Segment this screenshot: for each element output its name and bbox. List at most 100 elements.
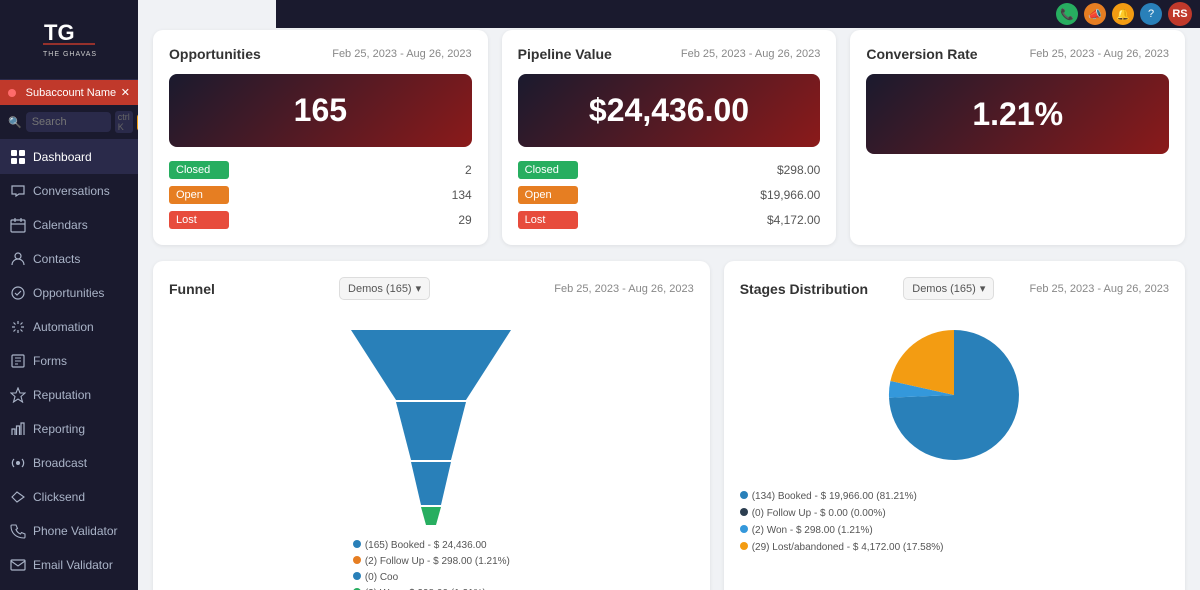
sidebar-item-reputation[interactable]: Reputation	[0, 378, 138, 412]
pipeline-value-box: $24,436.00	[518, 74, 821, 147]
search-shortcut: ctrl K	[115, 111, 133, 133]
sidebar-item-dashboard[interactable]: Dashboard	[0, 140, 138, 174]
megaphone-icon[interactable]: 📣	[1084, 3, 1106, 25]
sidebar-item-label: Contacts	[33, 252, 80, 266]
conversion-date: Feb 25, 2023 - Aug 26, 2023	[1030, 48, 1169, 60]
legend-item-3: (2) Won - $ 298.00 (1.21%)	[353, 586, 510, 590]
sidebar-item-forms[interactable]: Forms	[0, 344, 138, 378]
sidebar-item-calendars[interactable]: Calendars	[0, 208, 138, 242]
funnel-title: Funnel	[169, 281, 215, 297]
logo-image: TG THE GHAVAS	[39, 12, 99, 67]
reputation-icon	[10, 387, 26, 403]
nav-section: Dashboard Conversations Calendars Contac…	[0, 140, 138, 590]
forms-icon	[10, 353, 26, 369]
user-avatar[interactable]: RS	[1168, 2, 1192, 26]
sidebar-item-contacts[interactable]: Contacts	[0, 242, 138, 276]
stages-panel: Stages Distribution Demos (165) ▾ Feb 25…	[724, 261, 1185, 590]
legend-item-0: (165) Booked - $ 24,436.00	[353, 538, 510, 554]
sidebar-item-broadcast[interactable]: Broadcast	[0, 446, 138, 480]
conversion-title: Conversion Rate	[866, 46, 977, 62]
reporting-icon	[10, 421, 26, 437]
sidebar-item-automation[interactable]: Automation	[0, 310, 138, 344]
sidebar-item-email-validator[interactable]: Email Validator	[0, 548, 138, 582]
pie-legend-item-3: (29) Lost/abandoned - $ 4,172.00 (17.58%…	[740, 539, 944, 556]
stat-bar-lost: Lost	[169, 211, 229, 229]
pipeline-count-open: $19,966.00	[760, 188, 820, 202]
sidebar-item-label: Conversations	[33, 184, 110, 198]
pipeline-date: Feb 25, 2023 - Aug 26, 2023	[681, 48, 820, 60]
funnel-filter-dropdown[interactable]: Demos (165) ▾	[339, 277, 430, 300]
pipeline-card-header: Pipeline Value Feb 25, 2023 - Aug 26, 20…	[518, 46, 821, 62]
pipeline-bar-closed: Closed	[518, 161, 578, 179]
sidebar-logo: TG THE GHAVAS	[0, 0, 138, 80]
pipeline-count-closed: $298.00	[777, 163, 820, 177]
sidebar-item-label: Reputation	[33, 388, 91, 402]
conversion-card-header: Conversion Rate Feb 25, 2023 - Aug 26, 2…	[866, 46, 1169, 62]
opportunities-date: Feb 25, 2023 - Aug 26, 2023	[332, 48, 471, 60]
conversion-card: Conversion Rate Feb 25, 2023 - Aug 26, 2…	[850, 30, 1185, 245]
search-input[interactable]	[26, 112, 111, 132]
opportunities-card: Opportunities Feb 25, 2023 - Aug 26, 202…	[153, 30, 488, 245]
stages-filter-label: Demos (165)	[912, 283, 976, 295]
subaccount-label: Subaccount Name	[26, 87, 117, 99]
dashboard-icon	[10, 149, 26, 165]
funnel-filter-label: Demos (165)	[348, 283, 412, 295]
funnel-panel-header: Funnel Demos (165) ▾ Feb 25, 2023 - Aug …	[169, 277, 694, 300]
pie-chart-area: (134) Booked - $ 19,966.00 (81.21%) (0) …	[740, 310, 1169, 556]
sidebar-item-conversations[interactable]: Conversations	[0, 174, 138, 208]
help-icon[interactable]: ?	[1140, 3, 1162, 25]
sidebar-item-label: Automation	[33, 320, 94, 334]
opportunities-icon	[10, 285, 26, 301]
subaccount-bar[interactable]: Subaccount Name ✕	[0, 80, 138, 105]
stat-row-lost: Lost 29	[169, 211, 472, 229]
stat-row-open: Open 134	[169, 186, 472, 204]
pipeline-stat-lost: Lost $4,172.00	[518, 211, 821, 229]
sidebar-item-random[interactable]: Random	[0, 582, 138, 590]
metrics-cards-row: Opportunities Feb 25, 2023 - Aug 26, 202…	[153, 30, 1185, 245]
phone-icon[interactable]: 📞	[1056, 3, 1078, 25]
sidebar-item-opportunities[interactable]: Opportunities	[0, 276, 138, 310]
sidebar-item-label: Dashboard	[33, 150, 92, 164]
opportunities-card-header: Opportunities Feb 25, 2023 - Aug 26, 202…	[169, 46, 472, 62]
pie-legend: (134) Booked - $ 19,966.00 (81.21%) (0) …	[740, 488, 944, 556]
stat-bar-closed: Closed	[169, 161, 229, 179]
broadcast-icon	[10, 455, 26, 471]
pie-legend-item-0: (134) Booked - $ 19,966.00 (81.21%)	[740, 488, 944, 505]
stages-pie-chart	[854, 310, 1054, 480]
sidebar-item-label: Opportunities	[33, 286, 104, 300]
pie-legend-item-2: (2) Won - $ 298.00 (1.21%)	[740, 522, 944, 539]
sidebar-item-reporting[interactable]: Reporting	[0, 412, 138, 446]
sidebar-item-label: Reporting	[33, 422, 85, 436]
legend-item-2: (0) Coo	[353, 570, 510, 586]
pie-legend-item-1: (0) Follow Up - $ 0.00 (0.00%)	[740, 505, 944, 522]
stages-filter-chevron: ▾	[980, 282, 986, 295]
automation-icon	[10, 319, 26, 335]
stages-date: Feb 25, 2023 - Aug 26, 2023	[1030, 283, 1169, 295]
pipeline-title: Pipeline Value	[518, 46, 612, 62]
opportunities-value-box: 165	[169, 74, 472, 147]
sidebar-item-label: Broadcast	[33, 456, 87, 470]
bell-icon[interactable]: 🔔	[1112, 3, 1134, 25]
funnel-panel: Funnel Demos (165) ▾ Feb 25, 2023 - Aug …	[153, 261, 710, 590]
search-icon: 🔍	[8, 116, 22, 129]
stages-filter-dropdown[interactable]: Demos (165) ▾	[903, 277, 994, 300]
funnel-filter-chevron: ▾	[416, 282, 422, 295]
stages-title: Stages Distribution	[740, 281, 868, 297]
funnel-chart	[321, 320, 541, 530]
pipeline-stats: Closed $298.00 Open $19,966.00 Lost $4,1…	[518, 161, 821, 229]
pipeline-card: Pipeline Value Feb 25, 2023 - Aug 26, 20…	[502, 30, 837, 245]
clicksend-icon	[10, 489, 26, 505]
pipeline-bar-lost: Lost	[518, 211, 578, 229]
opportunities-value: 165	[294, 92, 347, 128]
svg-text:TG: TG	[44, 20, 75, 45]
sidebar: TG THE GHAVAS Subaccount Name ✕ 🔍 ctrl K…	[0, 0, 138, 590]
stages-panel-header: Stages Distribution Demos (165) ▾ Feb 25…	[740, 277, 1169, 300]
stat-count-lost: 29	[458, 213, 471, 227]
bottom-panels-row: Funnel Demos (165) ▾ Feb 25, 2023 - Aug …	[153, 261, 1185, 590]
sidebar-item-phone-validator[interactable]: Phone Validator	[0, 514, 138, 548]
conversion-value-box: 1.21%	[866, 74, 1169, 154]
stat-row-closed: Closed 2	[169, 161, 472, 179]
sidebar-item-clicksend[interactable]: Clicksend	[0, 480, 138, 514]
sidebar-item-label: Clicksend	[33, 490, 85, 504]
funnel-chart-area: (165) Booked - $ 24,436.00 (2) Follow Up…	[169, 310, 694, 590]
